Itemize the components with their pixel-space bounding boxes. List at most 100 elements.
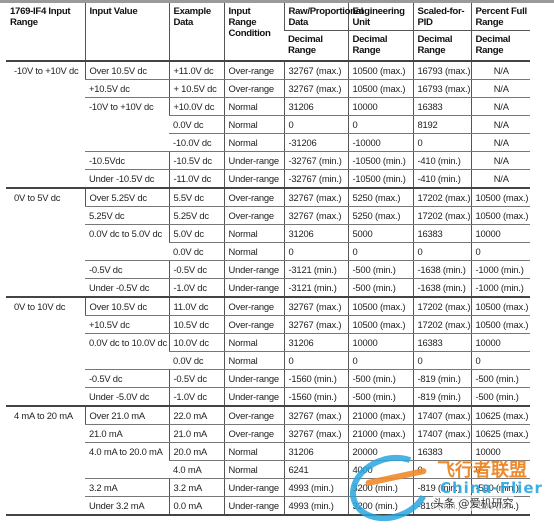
table-row: Under -5.0V dc -1.0V dc Under-range -1560 (…: [6, 387, 530, 407]
pid-cell: -410 (min.): [412, 169, 471, 189]
eng-cell: -500 (min.): [347, 369, 413, 388]
pid-cell: 17407 (max.): [412, 424, 471, 443]
example-cell: 10.0V dc: [168, 333, 224, 352]
pid-cell: -1638 (min.): [412, 260, 471, 279]
pid-cell: -819 (min.): [412, 369, 471, 388]
subheader-pct: Decimal Range: [470, 30, 530, 62]
raw-cell: 0: [283, 242, 348, 261]
input-value-cell: 21.0 mA: [85, 424, 169, 443]
pid-cell: -410 (min.): [412, 151, 471, 170]
condition-cell: Normal: [223, 224, 284, 243]
pid-cell: -1638 (min.): [412, 278, 471, 298]
eng-cell: 10500 (max.): [347, 297, 413, 316]
pct-cell: 0: [470, 242, 530, 261]
example-cell: 11.0V dc: [168, 297, 224, 316]
pct-cell: 10000: [470, 333, 530, 352]
condition-cell: Over-range: [223, 206, 284, 225]
condition-cell: Normal: [223, 242, 284, 261]
raw-cell: 32767 (max.): [283, 188, 348, 207]
eng-cell: 10000: [347, 333, 413, 352]
eng-cell: 10500 (max.): [347, 315, 413, 334]
pct-cell: 10000: [470, 224, 530, 243]
pid-cell: 16383: [412, 442, 471, 461]
condition-cell: Normal: [223, 333, 284, 352]
header-row: 1769-IF4 Input Range Input Value Example…: [6, 3, 530, 62]
pid-cell: 17407 (max.): [412, 406, 471, 425]
eng-cell: 5000: [347, 224, 413, 243]
raw-cell: 4993 (min.): [283, 478, 348, 497]
eng-cell: 5250 (max.): [347, 188, 413, 207]
eng-cell: -500 (min.): [347, 387, 413, 407]
header-example-data: Example Data: [168, 3, 224, 62]
eng-cell: 0: [347, 351, 413, 370]
example-cell: -0.5V dc: [168, 260, 224, 279]
pct-cell: -1000 (min.): [470, 260, 530, 279]
pct-cell: -1000 (min.): [470, 278, 530, 298]
example-cell: +10.0V dc: [168, 97, 224, 116]
pid-cell: 17202 (max.): [412, 188, 471, 207]
eng-cell: 10500 (max.): [347, 61, 413, 80]
example-cell: 21.0 mA: [168, 424, 224, 443]
example-cell: 0.0V dc: [169, 242, 224, 261]
input-range-cell: -10V to +10V dc: [6, 61, 85, 189]
raw-cell: 0: [283, 351, 348, 370]
pct-cell: 10500 (max.): [470, 315, 530, 334]
table-row: -0.5V dc -0.5V dc Under-range -3121 (min.) -…: [6, 260, 530, 279]
pct-cell: 0: [470, 460, 530, 479]
eng-cell: 4000: [347, 460, 413, 479]
pct-cell: N/A: [470, 151, 530, 170]
input-value-cell: Under -5.0V dc: [85, 387, 169, 407]
condition-cell: Over-range: [223, 315, 284, 334]
table-row: 0.0V dc to 10.0V dc 10.0V dc Normal 31206 10…: [6, 333, 530, 370]
raw-cell: 31206: [283, 97, 348, 116]
input-value-cell: Over 10.5V dc: [84, 297, 169, 316]
example-cell: 5.5V dc: [168, 188, 224, 207]
pct-cell: -500 (min.): [470, 369, 530, 388]
input-value-cell: Under 3.2 mA: [85, 496, 169, 516]
condition-cell: Normal: [223, 442, 284, 461]
pct-cell: N/A: [470, 169, 530, 189]
input-range-cell: 4 mA to 20 mA: [6, 406, 85, 516]
table-row: +10.5V dc + 10.5V dc Over-range 32767 (max.…: [6, 79, 530, 98]
raw-cell: -3121 (min.): [283, 260, 348, 279]
raw-cell: -1560 (min.): [283, 387, 348, 407]
example-cell: 0.0 mA: [168, 496, 224, 516]
eng-cell: 21000 (max.): [347, 424, 413, 443]
condition-cell: Over-range: [223, 61, 284, 80]
table-row: 0V to 10V dc Over 10.5V dc 11.0V dc Over-ra…: [6, 297, 530, 407]
pid-cell: -819 (min.): [412, 478, 471, 497]
example-cell: -11.0V dc: [168, 169, 224, 189]
input-value-cell: -10.5Vdc: [85, 151, 169, 170]
input-value-cell: Over 10.5V dc: [84, 61, 169, 80]
example-cell: -1.0V dc: [168, 387, 224, 407]
pid-cell: 17202 (max.): [412, 297, 471, 316]
raw-cell: 32767 (max.): [283, 61, 348, 80]
table-row: 4.0 mA to 20.0 mA 20.0 mA Normal 31206 20000…: [6, 442, 530, 479]
input-value-cell: +10.5V dc: [85, 79, 169, 98]
condition-cell: Over-range: [223, 188, 284, 207]
input-value-cell: Over 5.25V dc: [84, 188, 169, 207]
input-value-cell: +10.5V dc: [85, 315, 169, 334]
eng-cell: 0: [347, 242, 413, 261]
example-cell: -0.5V dc: [168, 369, 224, 388]
subheader-pid: Decimal Range: [412, 30, 471, 62]
example-cell: 5.25V dc: [168, 206, 224, 225]
raw-cell: 31206: [283, 224, 348, 243]
pct-cell: 10625 (max.): [470, 424, 530, 443]
subheader-raw: Decimal Range: [284, 30, 348, 62]
pct-cell: 10500 (max.): [470, 297, 530, 316]
raw-cell: 32767 (max.): [283, 79, 348, 98]
eng-cell: 10000: [347, 97, 413, 116]
input-value-cell: Under -0.5V dc: [85, 278, 169, 298]
header-input-value: Input Value: [84, 3, 169, 62]
pid-cell: 8192: [412, 115, 471, 134]
example-cell: +11.0V dc: [168, 61, 224, 80]
raw-cell: 0: [283, 115, 348, 134]
table-row: 3.2 mA 3.2 mA Under-range 4993 (min.) 3200 (…: [6, 478, 530, 497]
raw-cell: -32767 (min.): [283, 151, 348, 170]
table-row: -10.5Vdc -10.5V dc Under-range -32767 (min.…: [6, 151, 530, 170]
pct-cell: 10500 (max.): [470, 206, 530, 225]
pid-cell: 16383: [412, 224, 471, 243]
table-row: 0.0V dc to 5.0V dc 5.0V dc Normal 31206 5000…: [6, 224, 530, 261]
input-value-cell: -0.5V dc: [85, 260, 169, 279]
